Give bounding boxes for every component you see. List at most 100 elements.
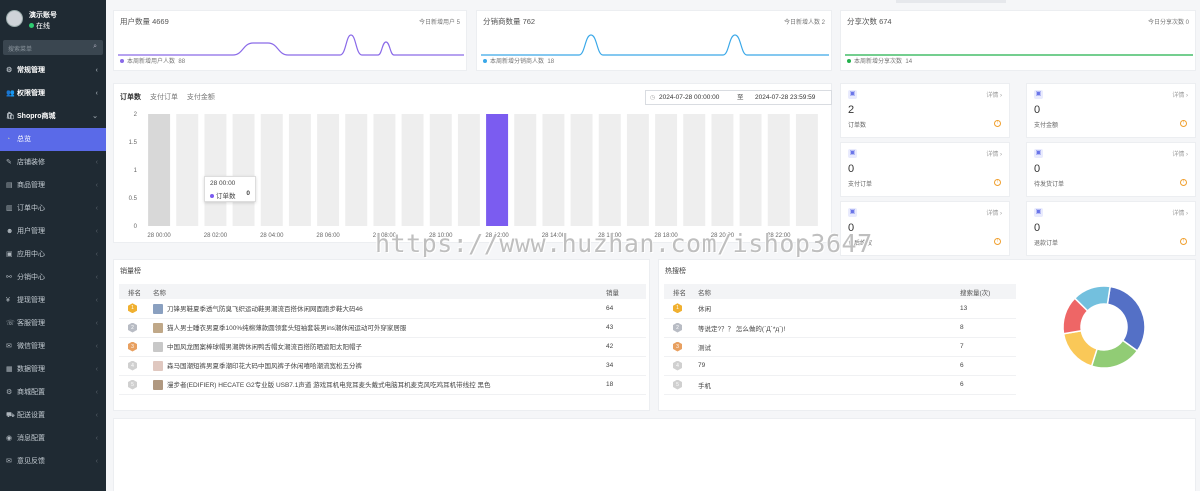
search-icon[interactable]: ⌕ xyxy=(93,43,97,51)
detail-link[interactable]: 详情 › xyxy=(1172,90,1188,99)
sidebar-item-1[interactable]: 👥 权限管理 ‹ xyxy=(0,82,106,105)
summary-card-2: ▣ 详情 › 0 支付订单! xyxy=(840,142,1010,197)
table-row[interactable]: 1 休闲 13 xyxy=(664,299,1016,319)
table-row[interactable]: 3 中国风龙图案棒球帽男潮牌休闲鸭舌帽女潮流百搭防晒遮阳太阳帽子 42 xyxy=(119,337,646,357)
summary-card-5: ▣ 详情 › 0 退款订单! xyxy=(1026,201,1196,256)
sidebar-item-10[interactable]: ¥ 提现管理 ‹ xyxy=(0,289,106,312)
summary-label: 支付金额 xyxy=(1034,123,1059,129)
summary-label: 待发货订单 xyxy=(1034,182,1065,188)
sidebar-item-8[interactable]: ▣ 应用中心 ‹ xyxy=(0,243,106,266)
order-count-icon: ▣ xyxy=(848,90,857,99)
info-icon[interactable]: ! xyxy=(994,179,1001,186)
item-name: 森马国潮短裤男夏季潮印花大码中国风裤子休闲嘻哈潮流宽松五分裤 xyxy=(167,362,362,370)
username: 演示账号 xyxy=(29,12,57,19)
truck-icon: ⛟ xyxy=(6,412,15,419)
chevron-left-icon: ‹ xyxy=(95,182,98,189)
summary-card-0: ▣ 详情 › 2 订单数! xyxy=(840,83,1010,138)
sidebar-item-4[interactable]: ✎ 店铺装修 ‹ xyxy=(0,151,106,174)
tab-paid-amount[interactable]: 支付金额 xyxy=(187,94,215,101)
donut-slice-0[interactable] xyxy=(1106,285,1146,352)
rank-medal-icon: 3 xyxy=(128,341,137,352)
x-tick-label: 28 06:00 xyxy=(316,233,340,239)
summary-card-1: ▣ 详情 › 0 支付金额! xyxy=(1026,83,1196,138)
detail-link[interactable]: 详情 › xyxy=(1172,208,1188,217)
summary-label: 退款订单 xyxy=(1034,241,1059,247)
detail-link[interactable]: 详情 › xyxy=(986,208,1002,217)
table-row[interactable]: 2 猫人男士睡衣男夏季100%纯棉薄款圆领套头短袖套装男ins潮休闲运动可外穿家居… xyxy=(119,318,646,338)
product-thumbnail[interactable] xyxy=(153,303,163,314)
table-row[interactable]: 5 漫步者(EDIFIER) HECATE G2专业版 USB7.1声道 游戏耳机… xyxy=(119,375,646,395)
money-icon: ¥ xyxy=(6,297,10,304)
item-name: 休闲 xyxy=(698,306,711,314)
avatar[interactable] xyxy=(6,10,23,27)
bar-background xyxy=(457,114,480,226)
top-scroll-indicator xyxy=(896,0,1006,3)
rank-medal-icon: 5 xyxy=(128,379,137,390)
item-name: 中国风龙图案棒球帽男潮牌休闲鸭舌帽女潮流百搭防晒遮阳太阳帽子 xyxy=(167,343,362,351)
sidebar-item-6[interactable]: ▥ 订单中心 ‹ xyxy=(0,197,106,220)
date-start[interactable]: 2024-07-28 00:00:00 xyxy=(659,91,719,104)
sidebar-item-15[interactable]: ⛟ 配送设置 ‹ xyxy=(0,404,106,427)
sidebar-item-11[interactable]: ☏ 客服管理 ‹ xyxy=(0,312,106,335)
product-thumbnail[interactable] xyxy=(153,361,163,372)
table-row[interactable]: 3 测试 7 xyxy=(664,337,1016,357)
info-icon[interactable]: ! xyxy=(1180,120,1187,127)
item-name: 漫步者(EDIFIER) HECATE G2专业版 USB7.1声道 游戏耳机电… xyxy=(167,381,491,389)
sidebar-item-14[interactable]: ⚙ 商城配置 ‹ xyxy=(0,381,106,404)
data-icon: ▦ xyxy=(6,366,13,373)
menu-search-input[interactable]: 搜索菜单 ⌕ xyxy=(3,40,103,55)
table-row[interactable]: 4 森马国潮短裤男夏季潮印花大码中国风裤子休闲嘻哈潮流宽松五分裤 34 xyxy=(119,356,646,376)
sidebar-item-7[interactable]: ☻ 用户管理 ‹ xyxy=(0,220,106,243)
tab-paid-orders[interactable]: 支付订单 xyxy=(150,94,178,101)
today-new-distributors: 今日新增人数 2 xyxy=(783,20,825,26)
detail-link[interactable]: 详情 › xyxy=(986,90,1002,99)
detail-link[interactable]: 详情 › xyxy=(1172,149,1188,158)
bar-background xyxy=(232,114,255,226)
info-icon[interactable]: ! xyxy=(1180,238,1187,245)
sidebar-item-16[interactable]: ◉ 消息配置 ‹ xyxy=(0,427,106,450)
date-end[interactable]: 2024-07-28 23:59:59 xyxy=(755,91,815,104)
sidebar-item-label: 分销中心 xyxy=(17,274,45,281)
sidebar-item-12[interactable]: ✉ 微信管理 ‹ xyxy=(0,335,106,358)
info-icon[interactable]: ! xyxy=(1180,179,1187,186)
date-range-picker[interactable]: ◷ 2024-07-28 00:00:00 至 2024-07-28 23:59… xyxy=(645,90,832,105)
stat-card-distributors: 分销商数量 762 今日新增人数 2 本周新增分销商人数 18 xyxy=(476,10,832,71)
table-row[interactable]: 1 刀锋男鞋夏季透气防臭飞织运动鞋男潮流百搭休闲网面跑步鞋大码46 64 xyxy=(119,299,646,319)
product-thumbnail[interactable] xyxy=(153,342,163,353)
detail-link[interactable]: 详情 › xyxy=(986,149,1002,158)
product-thumbnail[interactable] xyxy=(153,323,163,334)
table-row[interactable]: 4 79 6 xyxy=(664,356,1016,376)
sidebar-item-0[interactable]: ⚙ 常规管理 ‹ xyxy=(0,59,106,82)
tab-order-count[interactable]: 订单数 xyxy=(120,94,141,101)
info-icon[interactable]: ! xyxy=(994,238,1001,245)
sidebar-item-13[interactable]: ▦ 数据管理 ‹ xyxy=(0,358,106,381)
orders-bar-chart: 2 1.5 1 0.5 0 28 00:00 28 02:00 28 04:00 28 06:0… xyxy=(129,112,818,239)
refund-icon: ▣ xyxy=(1034,208,1043,217)
gear-icon: ⚙ xyxy=(6,67,13,74)
sidebar-item-17[interactable]: ✉ 意见反馈 ‹ xyxy=(0,450,106,473)
bar-background xyxy=(711,114,734,226)
chevron-left-icon: ‹ xyxy=(95,67,98,74)
item-name: 猫人男士睡衣男夏季100%纯棉薄款圆领套头短袖套装男ins潮休闲运动可外穿家居服 xyxy=(167,324,407,332)
item-value: 64 xyxy=(606,299,646,319)
sidebar-item-5[interactable]: ▤ 商品管理 ‹ xyxy=(0,174,106,197)
product-thumbnail[interactable] xyxy=(153,380,163,391)
table-row[interactable]: 5 手机 6 xyxy=(664,375,1016,395)
chevron-left-icon: ‹ xyxy=(95,343,98,350)
donut-slice-2[interactable] xyxy=(1062,329,1098,368)
hot-search-panel: 热搜榜 排名 名称 搜索量(次) 1 休闲 13 2 等说定?？？ 怎么做的(`Д´*д… xyxy=(658,259,1196,411)
bar-background xyxy=(598,114,621,226)
sidebar-item-label: 提现管理 xyxy=(17,297,45,304)
bar-28 12:00[interactable] xyxy=(486,114,509,226)
sidebar-item-label: 总览 xyxy=(17,136,31,143)
sidebar-item-3[interactable]: ◔ 总览 xyxy=(0,128,106,151)
table-row[interactable]: 2 等说定?？？ 怎么做的(`Д´*д`)! 8 xyxy=(664,318,1016,338)
legend-dot-icon xyxy=(847,59,851,63)
stat-card-shares: 分享次数 674 今日分享次数 0 本周新增分享次数 14 xyxy=(840,10,1196,71)
after-sale-icon: ▣ xyxy=(848,208,857,217)
sidebar-item-9[interactable]: ⚯ 分销中心 ‹ xyxy=(0,266,106,289)
info-icon[interactable]: ! xyxy=(994,120,1001,127)
sidebar-item-label: 商品管理 xyxy=(17,182,45,189)
sidebar-item-2[interactable]: 🛍 Shopro商城 ⌄ xyxy=(0,105,106,128)
sidebar: 演示账号 在线 搜索菜单 ⌕ ⚙ 常规管理 ‹ 👥 权限管理 ‹ 🛍 Shopro商城 ⌄ ◔ 总览… xyxy=(0,0,106,491)
